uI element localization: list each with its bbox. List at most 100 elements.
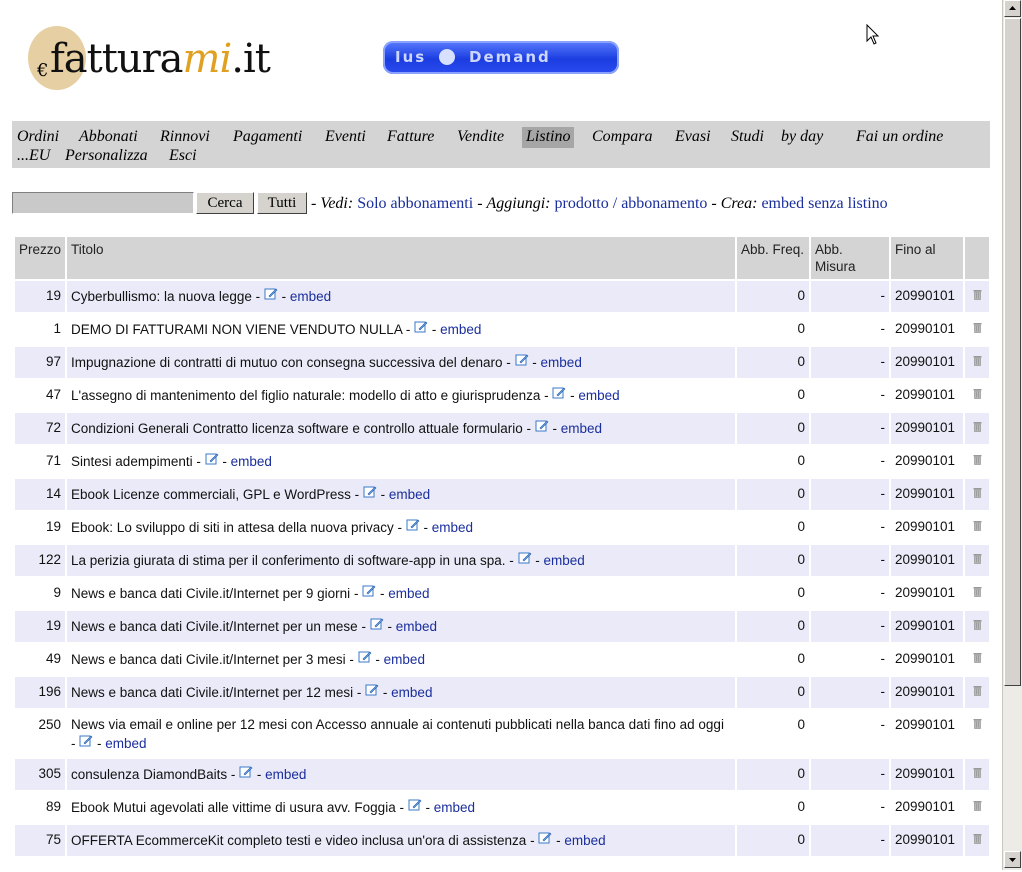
trash-icon[interactable] [973,833,982,844]
menu-rinnovi[interactable]: Rinnovi [160,128,210,146]
table-body: 19 Cyberbullismo: la nuova legge - - embe… [15,281,989,856]
cerca-button[interactable]: Cerca [196,192,254,214]
table-row: 89 Ebook Mutui agevolati alle vittime di … [15,792,989,823]
embed-link[interactable]: embed [432,520,473,535]
embed-link[interactable]: embed [388,586,429,601]
edit-icon[interactable] [205,452,219,465]
cell-titolo: La perizia giurata di stima per il confe… [67,545,735,576]
edit-icon[interactable] [264,287,278,300]
menu-by-day[interactable]: by day [781,128,823,146]
embed-link[interactable]: embed [434,800,475,815]
header-titolo: Titolo [67,237,735,279]
edit-icon[interactable] [535,419,549,432]
trash-icon[interactable] [973,322,982,333]
menu-vendite[interactable]: Vendite [457,128,504,146]
table-row: 72 Condizioni Generali Contratto licenza … [15,413,989,444]
trash-icon[interactable] [973,454,982,465]
edit-icon[interactable] [518,551,532,564]
menu-personalizza[interactable]: Personalizza [65,147,148,165]
tutti-button[interactable]: Tutti [257,192,307,214]
cell-abb-misura: - [811,710,889,757]
edit-icon[interactable] [365,683,379,696]
embed-link[interactable]: embed [564,833,605,848]
embed-link[interactable]: embed [384,652,425,667]
embed-link[interactable]: embed [396,619,437,634]
trash-icon[interactable] [973,289,982,300]
menu-pagamenti[interactable]: Pagamenti [233,128,302,146]
prodotto-link[interactable]: prodotto [555,195,609,212]
menu-esci[interactable]: Esci [169,147,197,165]
cell-titolo: News e banca dati Civile.it/Internet per… [67,677,735,708]
edit-icon[interactable] [515,353,529,366]
vertical-scrollbar[interactable] [1002,0,1022,870]
product-title: La perizia giurata di stima per il confe… [71,553,506,568]
cell-abb-misura: - [811,825,889,856]
embed-link[interactable]: embed [290,289,331,304]
edit-icon[interactable] [552,386,566,399]
embed-link[interactable]: embed [544,553,585,568]
menu-eventi[interactable]: Eventi [325,128,366,146]
abbonamento-link[interactable]: abbonamento [621,195,707,212]
embed-link[interactable]: embed [391,685,432,700]
embed-link[interactable]: embed [578,388,619,403]
cell-abb-misura: - [811,759,889,790]
search-input[interactable] [12,192,194,214]
trash-icon[interactable] [973,421,982,432]
edit-icon[interactable] [406,518,420,531]
edit-icon[interactable] [79,734,93,747]
scroll-down-button[interactable] [1004,851,1021,868]
edit-icon[interactable] [362,584,376,597]
cell-fino-al: 20990101 [891,479,963,510]
menu-fatture[interactable]: Fatture [387,128,434,146]
menu-evasi[interactable]: Evasi [675,128,711,146]
trash-icon[interactable] [973,718,982,729]
menu-listino[interactable]: Listino [522,127,575,148]
embed-link[interactable]: embed [541,355,582,370]
trash-icon[interactable] [973,487,982,498]
ius-demand-banner[interactable]: Ius Demand [383,41,619,74]
trash-icon[interactable] [973,652,982,663]
product-title: Condizioni Generali Contratto licenza so… [71,421,523,436]
embed-link[interactable]: embed [389,487,430,502]
trash-icon[interactable] [973,355,982,366]
edit-icon[interactable] [370,617,384,630]
embed-link[interactable]: embed [231,454,272,469]
menu-ordini[interactable]: Ordini [17,128,59,146]
logo-text: fatturami.it [50,36,271,82]
solo-abbonamenti-link[interactable]: Solo abbonamenti [357,195,473,212]
scrollbar-thumb[interactable] [1004,18,1021,686]
trash-icon[interactable] [973,619,982,630]
embed-link[interactable]: embed [265,767,306,782]
edit-icon[interactable] [239,765,253,778]
menu-eu[interactable]: ...EU [17,147,50,165]
trash-icon[interactable] [973,520,982,531]
cell-prezzo: 97 [15,347,66,378]
edit-icon[interactable] [363,485,377,498]
product-title: Sintesi adempimenti [71,454,193,469]
trash-icon[interactable] [973,685,982,696]
edit-icon[interactable] [414,320,428,333]
trash-icon[interactable] [973,800,982,811]
menu-fai-un-ordine[interactable]: Fai un ordine [856,128,943,146]
embed-link[interactable]: embed [440,322,481,337]
edit-icon[interactable] [538,831,552,844]
menu-abbonati[interactable]: Abbonati [79,128,138,146]
menu-compara[interactable]: Compara [592,128,652,146]
edit-icon[interactable] [358,650,372,663]
embed-link[interactable]: embed [561,421,602,436]
trash-icon[interactable] [973,767,982,778]
embed-senza-listino-link[interactable]: embed senza listino [761,195,887,212]
trash-icon[interactable] [973,388,982,399]
edit-icon[interactable] [408,798,422,811]
trash-icon[interactable] [973,553,982,564]
cell-titolo: Condizioni Generali Contratto licenza so… [67,413,735,444]
trash-icon[interactable] [973,586,982,597]
scroll-up-button[interactable] [1004,0,1021,17]
menu-studi[interactable]: Studi [731,128,764,146]
cell-delete [965,644,989,675]
fatturami-logo[interactable]: € fatturami.it [28,24,298,96]
cell-prezzo: 9 [15,578,66,609]
cell-delete [965,446,989,477]
table-row: 9 News e banca dati Civile.it/Internet pe… [15,578,989,609]
embed-link[interactable]: embed [105,736,146,751]
